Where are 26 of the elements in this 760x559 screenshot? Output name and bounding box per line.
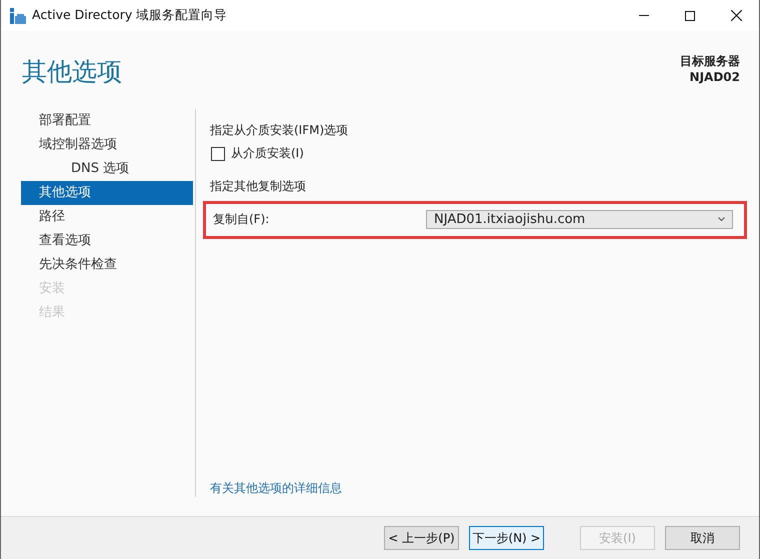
minimize-icon bbox=[639, 15, 649, 16]
checkbox[interactable] bbox=[211, 146, 225, 160]
close-icon bbox=[730, 10, 742, 21]
target-server-label: 目标服务器 bbox=[680, 53, 740, 69]
nav-item[interactable]: 查看选项 bbox=[21, 229, 193, 253]
wizard-button[interactable]: 取消 bbox=[665, 526, 740, 550]
nav-item[interactable]: DNS 选项 bbox=[21, 157, 193, 181]
more-info-link[interactable]: 有关其他选项的详细信息 bbox=[210, 480, 342, 497]
app-icon bbox=[10, 8, 26, 24]
target-server-name: NJAD02 bbox=[690, 69, 740, 85]
nav-item[interactable]: 先决条件检查 bbox=[21, 253, 193, 277]
nav-item[interactable]: 路径 bbox=[21, 205, 193, 229]
nav-item[interactable]: 其他选项 bbox=[21, 181, 193, 205]
wizard-button[interactable]: 下一步(N) > bbox=[469, 526, 544, 550]
replicate-from-dropdown[interactable]: NJAD01.itxiaojishu.com bbox=[426, 210, 733, 229]
nav-item[interactable]: 域控制器选项 bbox=[21, 133, 193, 157]
window-title: Active Directory 域服务配置向导 bbox=[32, 7, 228, 24]
section-heading: 指定其他复制选项 bbox=[210, 178, 307, 195]
section-heading: 指定从介质安装(IFM)选项 bbox=[210, 122, 350, 139]
checkbox-label: 从介质安装(I) bbox=[231, 145, 304, 162]
chevron-down-icon bbox=[718, 217, 725, 222]
wizard-button[interactable]: < 上一步(P) bbox=[384, 526, 459, 550]
nav-item[interactable]: 部署配置 bbox=[21, 109, 193, 133]
page-title: 其他选项 bbox=[22, 56, 122, 88]
maximize-icon bbox=[685, 10, 695, 20]
field-label: 复制自(F): bbox=[213, 211, 270, 228]
